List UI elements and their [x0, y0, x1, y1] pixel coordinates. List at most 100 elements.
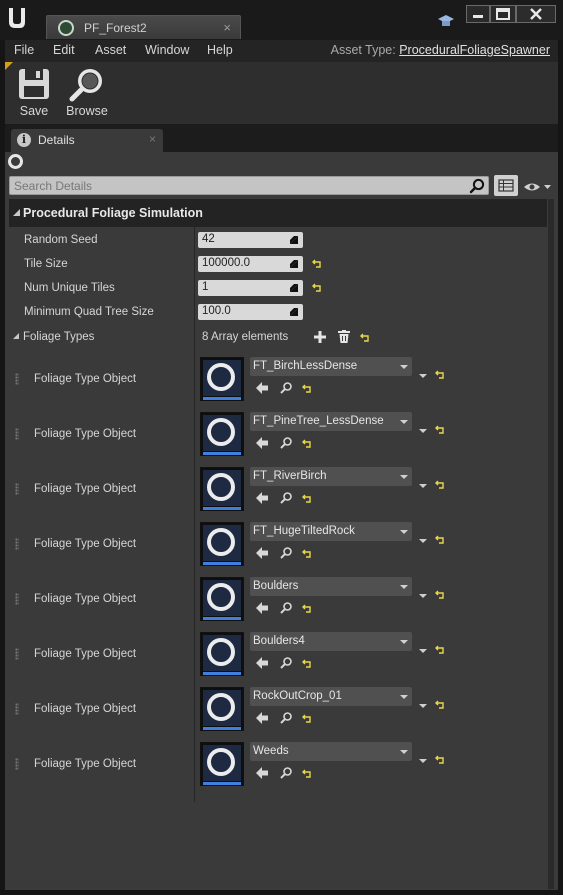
browse-asset-magnifier-icon[interactable] — [280, 492, 292, 504]
browse-asset-magnifier-icon[interactable] — [280, 382, 292, 394]
reset-to-default-icon[interactable] — [312, 259, 322, 268]
drag-handle-icon[interactable] — [15, 538, 19, 550]
maximize-button[interactable] — [490, 5, 516, 23]
use-selected-arrow-icon[interactable] — [256, 657, 268, 669]
reset-to-default-icon[interactable] — [435, 590, 445, 599]
vertical-scrollbar[interactable] — [548, 199, 554, 889]
reset-to-default-icon[interactable] — [302, 549, 312, 558]
use-selected-arrow-icon[interactable] — [256, 602, 268, 614]
asset-thumbnail[interactable] — [200, 412, 244, 456]
element-options-chevron-icon[interactable] — [419, 704, 427, 708]
asset-type-color-bar — [203, 507, 241, 510]
element-options-chevron-icon[interactable] — [419, 374, 427, 378]
reset-to-default-icon[interactable] — [302, 439, 312, 448]
reset-to-default-icon[interactable] — [312, 283, 322, 292]
search-details-input[interactable] — [14, 178, 454, 194]
view-options-eye-icon[interactable] — [523, 181, 553, 193]
reset-to-default-icon[interactable] — [302, 714, 312, 723]
browse-asset-magnifier-icon[interactable] — [280, 767, 292, 779]
reset-to-default-icon[interactable] — [435, 480, 445, 489]
asset-picker-combo[interactable]: FT_PineTree_LessDense — [250, 412, 412, 431]
tile-size-field[interactable]: 100000.0 — [198, 256, 303, 272]
random-seed-field[interactable]: 42 — [198, 232, 303, 248]
drag-handle-icon[interactable] — [15, 703, 19, 715]
browse-button[interactable]: Browse — [61, 66, 113, 122]
asset-thumbnail[interactable] — [200, 522, 244, 566]
drag-handle-icon[interactable] — [15, 593, 19, 605]
reset-to-default-icon[interactable] — [302, 384, 312, 393]
use-selected-arrow-icon[interactable] — [256, 437, 268, 449]
asset-thumbnail[interactable] — [200, 467, 244, 511]
drag-handle-icon[interactable] — [15, 648, 19, 660]
reset-to-default-icon[interactable] — [435, 370, 445, 379]
use-selected-arrow-icon[interactable] — [256, 382, 268, 394]
asset-picker-combo[interactable]: FT_HugeTiltedRock — [250, 522, 412, 541]
reset-to-default-icon[interactable] — [302, 659, 312, 668]
reset-to-default-icon[interactable] — [435, 755, 445, 764]
asset-picker-combo[interactable]: RockOutCrop_01 — [250, 687, 412, 706]
learning-cap-icon[interactable] — [437, 13, 455, 29]
reset-to-default-icon[interactable] — [435, 700, 445, 709]
minimize-button[interactable] — [466, 5, 490, 23]
element-options-chevron-icon[interactable] — [419, 594, 427, 598]
element-options-chevron-icon[interactable] — [419, 484, 427, 488]
asset-picker-combo[interactable]: FT_BirchLessDense — [250, 357, 412, 376]
reset-to-default-icon[interactable] — [302, 604, 312, 613]
add-element-icon[interactable] — [314, 331, 326, 343]
save-button[interactable]: Save — [8, 66, 60, 122]
asset-thumbnail[interactable] — [200, 577, 244, 621]
document-tab[interactable]: PF_Forest2 × — [46, 15, 241, 39]
use-selected-arrow-icon[interactable] — [256, 547, 268, 559]
use-selected-arrow-icon[interactable] — [256, 492, 268, 504]
asset-thumbnail[interactable] — [200, 687, 244, 731]
browse-asset-magnifier-icon[interactable] — [280, 657, 292, 669]
delete-all-trash-icon[interactable] — [338, 330, 350, 343]
asset-picker-combo[interactable]: FT_RiverBirch — [250, 467, 412, 486]
num-unique-tiles-field[interactable]: 1 — [198, 280, 303, 296]
menu-edit[interactable]: Edit — [53, 43, 75, 57]
category-procedural-foliage-simulation[interactable]: Procedural Foliage Simulation — [9, 199, 547, 227]
drag-handle-icon[interactable] — [15, 373, 19, 385]
asset-name: FT_HugeTiltedRock — [253, 525, 355, 537]
element-options-chevron-icon[interactable] — [419, 649, 427, 653]
drag-handle-icon[interactable] — [15, 483, 19, 495]
unreal-engine-logo-icon[interactable] — [6, 5, 28, 31]
use-selected-arrow-icon[interactable] — [256, 767, 268, 779]
browse-asset-magnifier-icon[interactable] — [280, 712, 292, 724]
menu-help[interactable]: Help — [207, 43, 233, 57]
reset-to-default-icon[interactable] — [435, 535, 445, 544]
search-details-box[interactable] — [9, 176, 489, 195]
asset-picker-combo[interactable]: Boulders4 — [250, 632, 412, 651]
foliage-type-object-label: Foliage Type Object — [34, 758, 137, 770]
asset-picker-combo[interactable]: Boulders — [250, 577, 412, 596]
close-tab-icon[interactable]: × — [223, 20, 231, 35]
asset-thumbnail[interactable] — [200, 632, 244, 676]
drag-handle-icon[interactable] — [15, 758, 19, 770]
close-details-tab-icon[interactable]: × — [149, 132, 156, 146]
browse-asset-magnifier-icon[interactable] — [280, 437, 292, 449]
menu-file[interactable]: File — [14, 43, 34, 57]
reset-to-default-icon[interactable] — [435, 645, 445, 654]
reset-to-default-icon[interactable] — [360, 333, 370, 342]
details-tab[interactable]: i Details × — [11, 129, 163, 152]
reset-to-default-icon[interactable] — [435, 425, 445, 434]
browse-asset-magnifier-icon[interactable] — [280, 602, 292, 614]
use-selected-arrow-icon[interactable] — [256, 712, 268, 724]
menu-window[interactable]: Window — [145, 43, 189, 57]
browse-asset-magnifier-icon[interactable] — [280, 547, 292, 559]
drag-handle-icon[interactable] — [15, 428, 19, 440]
menu-asset[interactable]: Asset — [95, 43, 126, 57]
element-options-chevron-icon[interactable] — [419, 759, 427, 763]
element-options-chevron-icon[interactable] — [419, 539, 427, 543]
close-window-button[interactable] — [516, 5, 556, 23]
asset-type-link[interactable]: ProceduralFoliageSpawner — [399, 43, 550, 57]
asset-thumbnail[interactable] — [200, 357, 244, 401]
reset-to-default-icon[interactable] — [302, 494, 312, 503]
minimum-quad-tree-size-field[interactable]: 100.0 — [198, 304, 303, 320]
asset-picker-combo[interactable]: Weeds — [250, 742, 412, 761]
property-matrix-button[interactable] — [494, 175, 518, 196]
asset-thumbnail[interactable] — [200, 742, 244, 786]
reset-to-default-icon[interactable] — [302, 769, 312, 778]
element-options-chevron-icon[interactable] — [419, 429, 427, 433]
collapse-arrow-icon[interactable] — [13, 333, 20, 340]
